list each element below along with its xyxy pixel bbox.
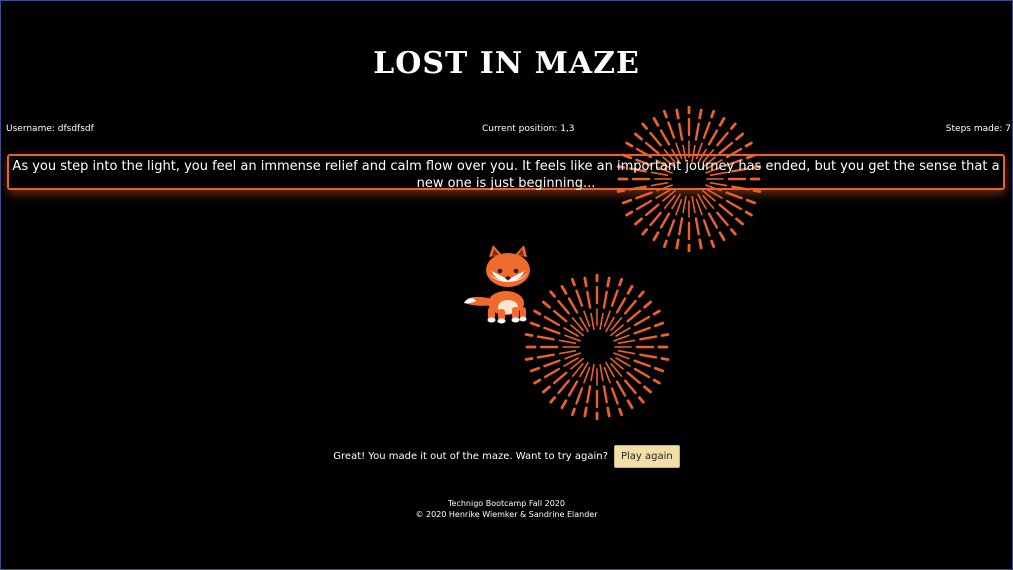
window-frame: LOST IN MAZE Username: dfsdfsdf Current … <box>0 0 1013 570</box>
end-actions: Great! You made it out of the maze. Want… <box>2 445 1011 468</box>
game-title: LOST IN MAZE <box>373 46 640 81</box>
username-label: Username: dfsdfsdf <box>6 124 94 134</box>
story-text: As you step into the light, you feel an … <box>7 154 1005 191</box>
footer-copyright: © 2020 Henrike Wiemker & Sandrine Elande… <box>415 510 598 519</box>
steps-label: Steps made: 7 <box>945 124 1011 134</box>
end-prompt: Great! You made it out of the maze. Want… <box>333 451 608 462</box>
footer: Technigo Bootcamp Fall 2020 © 2020 Henri… <box>2 498 1011 520</box>
fox-icon <box>464 245 530 324</box>
position-label: Current position: 1,3 <box>482 124 575 134</box>
game-stage: LOST IN MAZE Username: dfsdfsdf Current … <box>2 2 1011 568</box>
footer-course: Technigo Bootcamp Fall 2020 <box>448 499 565 508</box>
play-again-button[interactable]: Play again <box>613 445 680 468</box>
